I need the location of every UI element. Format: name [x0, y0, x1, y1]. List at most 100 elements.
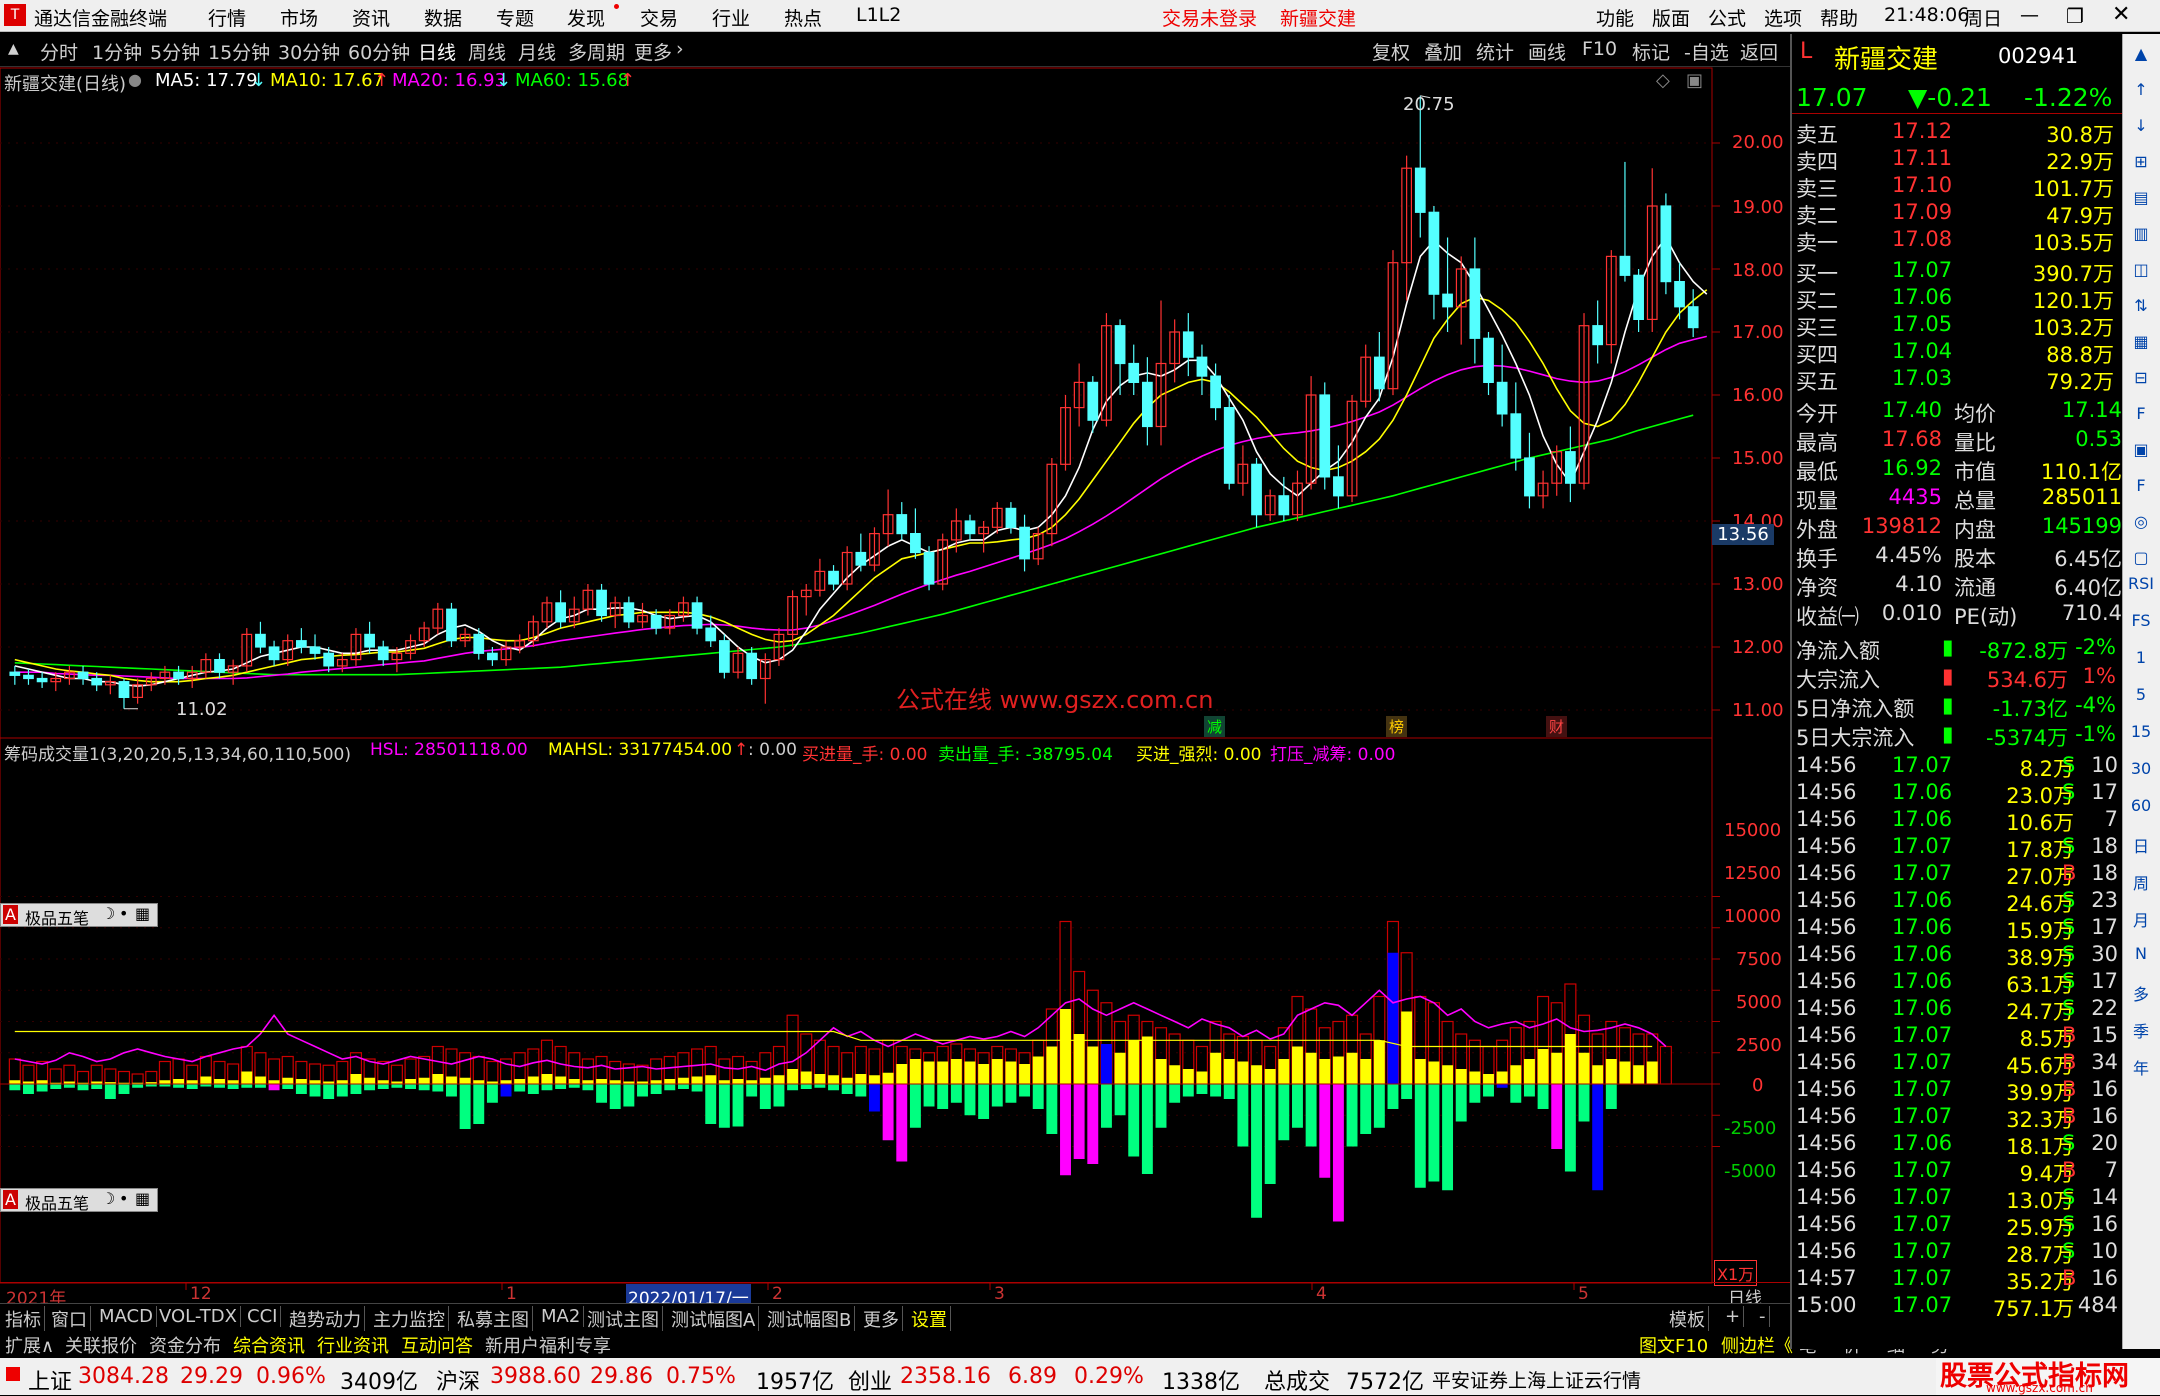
event-tag-cai[interactable]: 财 [1546, 716, 1568, 737]
side-period-30[interactable]: 30 [2127, 759, 2155, 778]
stat2-row[interactable]: 净资 4.10 流通 6.40亿 [1792, 571, 2122, 600]
menu-shichang[interactable]: 市场 [280, 4, 318, 31]
side-tool-icon[interactable]: ↑ [2127, 80, 2155, 99]
side-tool-icon[interactable]: F [2127, 476, 2155, 495]
side-period-RSI[interactable]: RSI [2127, 574, 2155, 593]
minimize-icon[interactable]: — [2020, 4, 2039, 26]
tab-chuangkou[interactable]: 窗口 [48, 1306, 91, 1332]
sell-level-3[interactable]: 卖三 17.10 101.7万 [1792, 172, 2122, 201]
event-tag-jian[interactable]: 减 [1204, 716, 1226, 737]
menu-faxian[interactable]: 发现 [567, 4, 605, 31]
menu-zhuanti[interactable]: 专题 [496, 4, 534, 31]
login-status[interactable]: 交易未登录 [1162, 4, 1257, 31]
buy-level-3[interactable]: 买三 17.05 103.2万 [1792, 311, 2122, 340]
tab-15min[interactable]: 15分钟 [208, 38, 270, 65]
side-period-5[interactable]: 5 [2127, 685, 2155, 704]
sell-level-5[interactable]: 卖五 17.12 30.8万 [1792, 118, 2122, 147]
tab-fenshi[interactable]: 分时 [40, 38, 78, 65]
tick-row[interactable]: 14:56 17.07 8.2万 S 10 [1792, 752, 2122, 781]
tick-row[interactable]: 14:56 17.06 24.6万 S 23 [1792, 887, 2122, 916]
restore-icon[interactable]: ❐ [2066, 4, 2084, 28]
dot-icon[interactable]: • [119, 1189, 128, 1208]
tick-row[interactable]: 14:56 17.06 10.6万 7 [1792, 806, 2122, 835]
tick-row[interactable]: 14:56 17.06 38.9万 S 30 [1792, 941, 2122, 970]
flow-row[interactable]: 5日大宗流入 ▮ -5374万 -1% [1792, 721, 2122, 750]
stat2-row[interactable]: 收益㈠ 0.010 PE(动) 710.4 [1792, 600, 2122, 629]
tab-xinyonghu[interactable]: 新用户福利专享 [482, 1332, 614, 1358]
side-period-FS[interactable]: FS [2127, 611, 2155, 630]
menu-banmian[interactable]: 版面 [1652, 4, 1690, 31]
menu-bangzhu[interactable]: 帮助 [1820, 4, 1858, 31]
stat2-row[interactable]: 换手 4.45% 股本 6.45亿 [1792, 542, 2122, 571]
menu-redian[interactable]: 热点 [784, 4, 822, 31]
tab-vol-tdx[interactable]: VOL-TDX [156, 1306, 241, 1327]
tab-ceshi-b[interactable]: 测试幅图B [764, 1306, 856, 1332]
sell-level-1[interactable]: 卖一 17.08 103.5万 [1792, 226, 2122, 255]
buy-level-4[interactable]: 买四 17.04 88.8万 [1792, 338, 2122, 367]
tool-tongji[interactable]: 统计 [1476, 38, 1514, 65]
flow-row[interactable]: 净流入额 ▮ -872.8万 -2% [1792, 634, 2122, 663]
tab-weekly[interactable]: 周线 [468, 38, 506, 65]
tab-hudong[interactable]: 互动问答 [398, 1332, 476, 1358]
tick-row[interactable]: 14:56 17.07 17.8万 S 18 [1792, 833, 2122, 862]
ime-a-icon[interactable]: A [3, 905, 18, 924]
menu-gongneng[interactable]: 功能 [1596, 4, 1634, 31]
tick-row[interactable]: 14:56 17.07 39.9万 B 16 [1792, 1076, 2122, 1105]
tab-cebianlan[interactable]: 侧边栏《 [1718, 1332, 1796, 1358]
tab-ceshi-a[interactable]: 测试幅图A [668, 1306, 760, 1332]
tab-ma2[interactable]: MA2 [538, 1306, 585, 1327]
side-period-季[interactable]: 季 [2127, 1018, 2155, 1042]
tab-simu[interactable]: 私募主图 [454, 1306, 533, 1332]
stat-row[interactable]: 最高 17.68 量比 0.53 [1792, 426, 2122, 455]
tick-row[interactable]: 14:56 17.07 8.5万 B 15 [1792, 1022, 2122, 1051]
tab-tuwen-f10[interactable]: 图文F10 [1636, 1332, 1711, 1358]
panel-close-icon[interactable]: ▣ [1686, 70, 1703, 91]
tab-gengduo[interactable]: 更多 [860, 1306, 903, 1332]
close-icon[interactable]: ✕ [2112, 2, 2130, 27]
tab-zhuli[interactable]: 主力监控 [370, 1306, 449, 1332]
ime-a-icon[interactable]: A [3, 1190, 18, 1209]
side-period-周[interactable]: 周 [2127, 870, 2155, 894]
tick-row[interactable]: 14:56 17.07 28.7万 S 10 [1792, 1238, 2122, 1267]
tab-macd[interactable]: MACD [96, 1306, 157, 1327]
side-period-多[interactable]: 多 [2127, 981, 2155, 1005]
keyboard-icon[interactable]: ▦ [135, 904, 150, 923]
tick-row[interactable]: 14:56 17.06 18.1万 S 20 [1792, 1130, 2122, 1159]
stat-row[interactable]: 今开 17.40 均价 17.14 [1792, 397, 2122, 426]
side-period-1[interactable]: 1 [2127, 648, 2155, 667]
side-tool-icon[interactable]: ◎ [2127, 512, 2155, 531]
moon-icon[interactable]: ☽ [101, 1189, 115, 1208]
side-tool-icon[interactable]: ▥ [2127, 224, 2155, 243]
tick-row[interactable]: 14:56 17.06 24.7万 S 22 [1792, 995, 2122, 1024]
sell-level-2[interactable]: 卖二 17.09 47.9万 [1792, 199, 2122, 228]
tab-1min[interactable]: 1分钟 [92, 38, 142, 65]
menu-zixun[interactable]: 资讯 [352, 4, 390, 31]
tab-guanlian[interactable]: 关联报价 [62, 1332, 140, 1358]
tab-ceshi-main[interactable]: 测试主图 [584, 1306, 663, 1332]
tick-row[interactable]: 14:56 17.07 27.0万 B 18 [1792, 860, 2122, 889]
buy-level-1[interactable]: 买一 17.07 390.7万 [1792, 257, 2122, 286]
tool-diejia[interactable]: 叠加 [1424, 38, 1462, 65]
tab-more[interactable]: 更多 [634, 38, 672, 65]
collapse-icon[interactable]: ▲ [8, 41, 19, 57]
side-period-日[interactable]: 日 [2127, 833, 2155, 857]
menu-hangye[interactable]: 行业 [712, 4, 750, 31]
menu-jiaoyi[interactable]: 交易 [640, 4, 678, 31]
tick-row[interactable]: 14:56 17.07 45.6万 B 34 [1792, 1049, 2122, 1078]
tool-fuquan[interactable]: 复权 [1372, 38, 1410, 65]
tool-huaxian[interactable]: 画线 [1528, 38, 1566, 65]
ime-toolbox[interactable]: A 极品五笔 ☽ • ▦ [0, 903, 158, 928]
tab-qushi[interactable]: 趋势动力 [286, 1306, 365, 1332]
tick-row[interactable]: 15:00 17.07 757.1万 484 [1792, 1292, 2122, 1321]
sell-level-4[interactable]: 卖四 17.11 22.9万 [1792, 145, 2122, 174]
chevron-right-icon[interactable]: › [676, 38, 684, 60]
tick-row[interactable]: 14:57 17.07 35.2万 B 16 [1792, 1265, 2122, 1294]
buy-level-2[interactable]: 买二 17.06 120.1万 [1792, 284, 2122, 313]
side-period-60[interactable]: 60 [2127, 796, 2155, 815]
keyboard-icon[interactable]: ▦ [135, 1189, 150, 1208]
side-tool-icon[interactable]: ▢ [2127, 548, 2155, 567]
tick-row[interactable]: 14:56 17.07 9.4万 B 7 [1792, 1157, 2122, 1186]
menu-hangqing[interactable]: 行情 [208, 4, 246, 31]
menu-l1l2[interactable]: L1L2 [856, 4, 901, 26]
stat-row[interactable]: 最低 16.92 市值 110.1亿 [1792, 455, 2122, 484]
